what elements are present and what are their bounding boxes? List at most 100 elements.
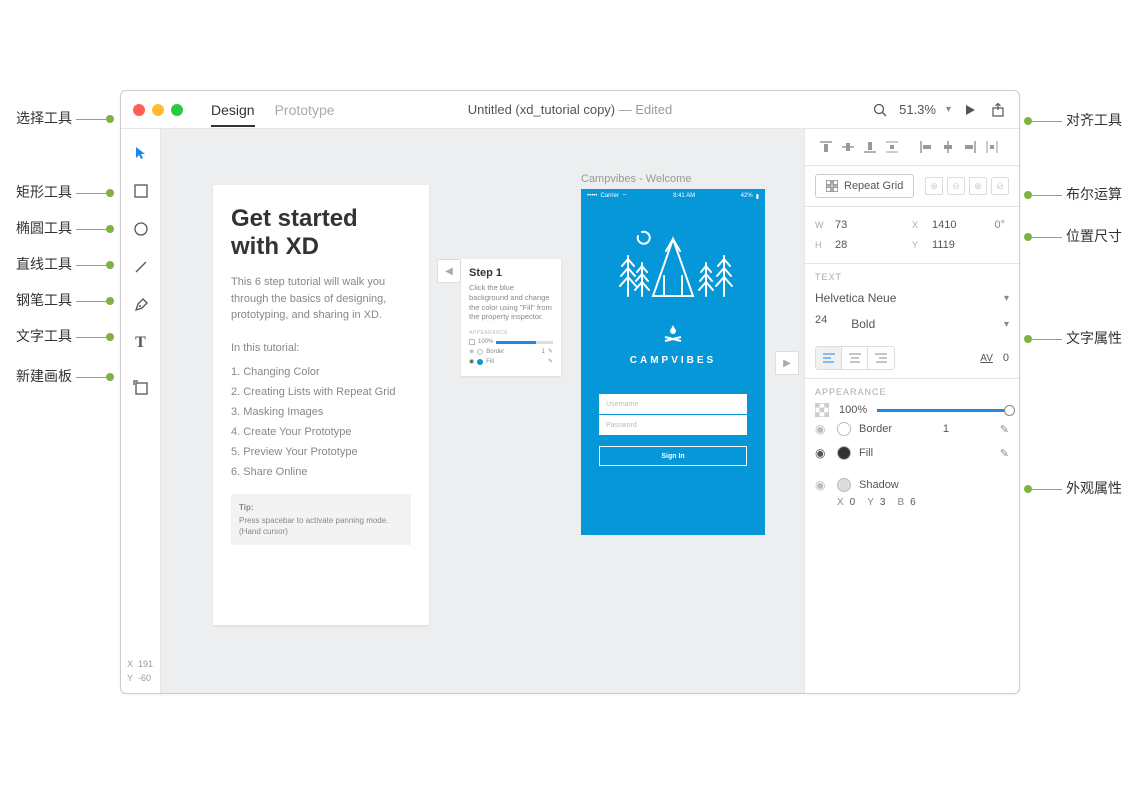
text-align-left-button[interactable] <box>816 347 842 369</box>
shadow-row: ◉ Shadow <box>815 473 1009 497</box>
play-preview-button[interactable] <box>961 101 979 119</box>
zoom-value[interactable]: 51.3% <box>899 102 936 117</box>
mode-tabs: Design Prototype <box>211 93 335 127</box>
artboard-tool[interactable] <box>131 377 151 397</box>
battery-icon: ▮ <box>756 193 759 200</box>
mini-opacity-row: 100% <box>469 339 553 345</box>
ellipse-tool[interactable] <box>131 219 151 239</box>
tab-design[interactable]: Design <box>211 93 255 127</box>
select-tool[interactable] <box>131 143 151 163</box>
artboard-label[interactable]: Campvibes - Welcome <box>581 173 691 185</box>
tutorial-intro: This 6 step tutorial will walk you throu… <box>231 274 411 324</box>
shadow-x-field[interactable]: X0 <box>837 497 855 508</box>
anno-artboard: 新建画板 <box>0 366 114 386</box>
opacity-value[interactable]: 100% <box>839 404 867 416</box>
step-desc: Click the blue background and change the… <box>469 283 553 322</box>
shadow-color-swatch[interactable] <box>837 478 851 492</box>
width-field[interactable]: W73 <box>815 215 912 235</box>
anno-ellipse: 椭圆工具 <box>0 218 114 238</box>
distribute-v-button[interactable] <box>881 137 903 157</box>
align-left-button[interactable] <box>915 137 937 157</box>
align-top-button[interactable] <box>815 137 837 157</box>
step-prev-button[interactable]: ◀ <box>437 259 461 283</box>
grid-icon <box>826 180 838 192</box>
text-align-right-button[interactable] <box>868 347 894 369</box>
tool-toolbar: T X 191 Y -60 <box>121 129 161 693</box>
zoom-dropdown-icon[interactable]: ▾ <box>946 104 951 115</box>
font-weight-select[interactable]: Bold▾ <box>851 314 1009 334</box>
shadow-b-field[interactable]: B6 <box>897 497 915 508</box>
fill-label: Fill <box>859 447 873 459</box>
anno-appearance: 外观属性 <box>1024 478 1122 498</box>
phone-statusbar: •••••Carrier⌔ 8:41 AM 42%▮ <box>581 189 765 203</box>
chevron-down-icon: ▾ <box>1004 319 1009 330</box>
border-width-field[interactable]: 1 <box>943 423 949 435</box>
align-right-button[interactable] <box>959 137 981 157</box>
repeat-grid-button[interactable]: Repeat Grid <box>815 174 914 198</box>
tutorial-card[interactable]: Get started with XD This 6 step tutorial… <box>213 185 429 625</box>
line-tool[interactable] <box>131 257 151 277</box>
canvas-coords: X 191 Y -60 <box>127 658 153 685</box>
rectangle-tool[interactable] <box>131 181 151 201</box>
search-icon[interactable] <box>871 101 889 119</box>
bool-subtract-button[interactable]: ⊖ <box>947 177 965 195</box>
password-field[interactable]: Password <box>599 415 747 435</box>
artboard-phone[interactable]: •••••Carrier⌔ 8:41 AM 42%▮ <box>581 189 765 535</box>
username-field[interactable]: Username <box>599 394 747 414</box>
bool-exclude-button[interactable]: ⊘ <box>991 177 1009 195</box>
opacity-slider[interactable] <box>877 409 1009 412</box>
align-vcenter-button[interactable] <box>837 137 859 157</box>
tutorial-inthis: In this tutorial: <box>231 342 411 354</box>
mini-border-row: ◉Border1✎ <box>469 348 553 355</box>
kerning-field[interactable]: AV 0 <box>980 352 1009 364</box>
canvas[interactable]: Get started with XD This 6 step tutorial… <box>161 129 804 693</box>
wifi-icon: ⌔ <box>622 192 628 200</box>
appearance-section: APPEARANCE 100% ◉ Border 1 ✎ ◉ Fill <box>805 379 1019 693</box>
anno-align: 对齐工具 <box>1024 110 1122 130</box>
y-field[interactable]: Y1119 <box>912 235 1009 255</box>
fill-color-swatch[interactable] <box>837 446 851 460</box>
text-tool[interactable]: T <box>131 333 151 353</box>
signin-button[interactable]: Sign In <box>599 446 747 466</box>
align-bottom-button[interactable] <box>859 137 881 157</box>
text-align-center-button[interactable] <box>842 347 868 369</box>
step-title: Step 1 <box>469 267 553 279</box>
border-visibility-toggle[interactable]: ◉ <box>815 422 829 436</box>
list-item: 2. Creating Lists with Repeat Grid <box>231 386 411 398</box>
shadow-y-field[interactable]: Y3 <box>867 497 885 508</box>
text-section: TEXT Helvetica Neue▾ 24 Bold▾ <box>805 264 1019 379</box>
shadow-visibility-toggle[interactable]: ◉ <box>815 478 829 492</box>
height-field[interactable]: H28 <box>815 235 912 255</box>
bool-union-button[interactable]: ⊕ <box>925 177 943 195</box>
align-hcenter-button[interactable] <box>937 137 959 157</box>
font-family-select[interactable]: Helvetica Neue▾ <box>815 288 1009 308</box>
shadow-offsets: X0 Y3 B6 <box>815 497 1009 508</box>
border-color-swatch[interactable] <box>837 422 851 436</box>
opacity-checker-icon <box>815 403 829 417</box>
eyedropper-icon[interactable]: ✎ <box>1000 423 1009 436</box>
anno-pos-size: 位置尺寸 <box>1024 226 1122 246</box>
share-button[interactable] <box>989 101 1007 119</box>
list-item: 1. Changing Color <box>231 366 411 378</box>
tab-prototype[interactable]: Prototype <box>275 93 335 127</box>
bool-intersect-button[interactable]: ⊗ <box>969 177 987 195</box>
phone-illustration: CAMPVIBES Username Password Sign In <box>581 203 765 466</box>
step-card[interactable]: Step 1 Click the blue background and cha… <box>461 259 561 376</box>
anno-text-props: 文字属性 <box>1024 328 1122 348</box>
eyedropper-icon[interactable]: ✎ <box>1000 447 1009 460</box>
maximize-window-button[interactable] <box>171 104 183 116</box>
opacity-row: 100% <box>815 403 1009 417</box>
distribute-h-button[interactable] <box>981 137 1003 157</box>
minimize-window-button[interactable] <box>152 104 164 116</box>
step-next-button[interactable]: ▶ <box>775 351 799 375</box>
list-item: 4. Create Your Prototype <box>231 426 411 438</box>
app-window: Design Prototype Untitled (xd_tutorial c… <box>120 90 1020 694</box>
tip-box: Tip: Press spacebar to activate panning … <box>231 494 411 546</box>
mini-fill-row: ◉Fill✎ <box>469 358 553 365</box>
fill-visibility-toggle[interactable]: ◉ <box>815 446 829 460</box>
pen-tool[interactable] <box>131 295 151 315</box>
close-window-button[interactable] <box>133 104 145 116</box>
anno-select: 选择工具 <box>0 108 114 128</box>
mini-appearance-label: APPEARANCE <box>469 330 553 336</box>
font-size-field[interactable]: 24 <box>815 314 827 334</box>
